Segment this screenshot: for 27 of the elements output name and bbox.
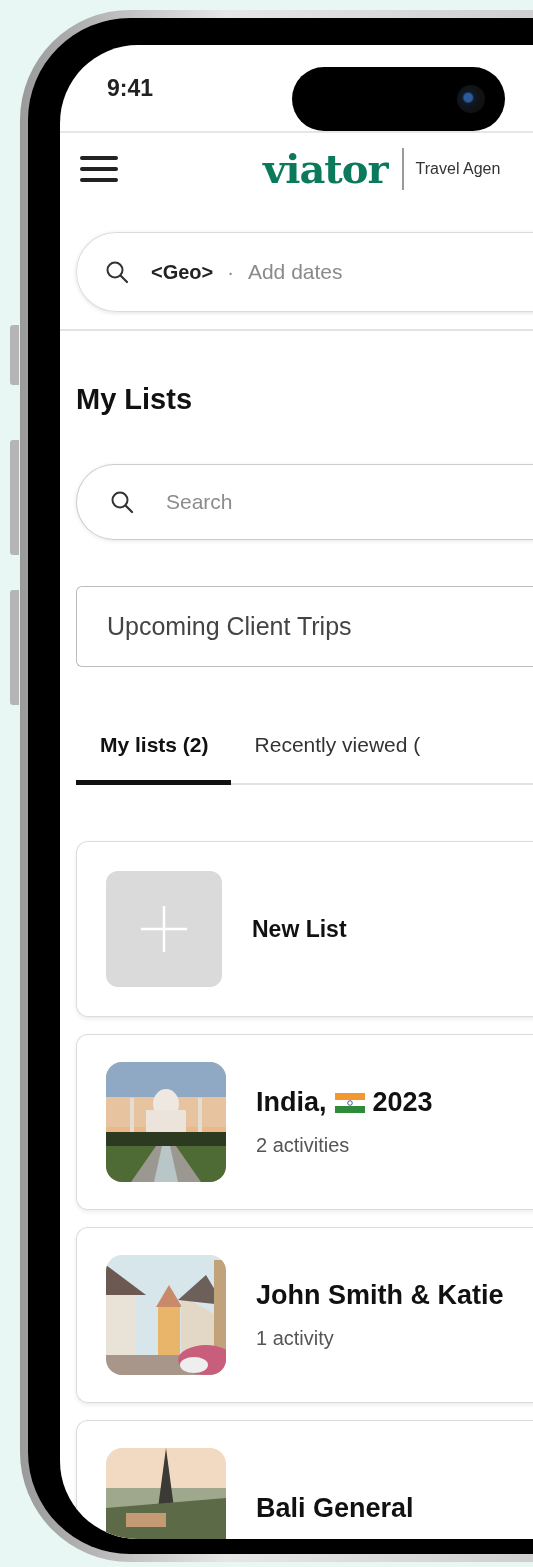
menu-icon[interactable] [80,155,118,183]
page-title: My Lists [76,382,194,417]
list-card[interactable]: India, 2023 2 activities [76,1034,533,1210]
list-title: 2023 [372,1087,433,1118]
new-list-card[interactable]: New List [76,841,533,1017]
list-title: India, [256,1087,327,1118]
location-text: <Geo> [151,260,214,284]
list-card[interactable]: Bali General [76,1420,533,1539]
list-card[interactable]: John Smith & Katie 1 activity [76,1227,533,1403]
search-icon [110,490,134,514]
activity-count: 1 activity [256,1327,335,1350]
tab[interactable]: My lists (2) [76,709,231,785]
tab[interactable]: Recently viewed ( [230,709,443,785]
logo-tagline: Travel Agen [415,160,501,178]
list-title: New List [252,915,347,943]
separator-dot: · [227,260,234,284]
plus-icon [141,906,187,952]
logo[interactable]: viator [263,149,388,189]
search-icon [105,260,129,284]
list-filter-dropdown[interactable]: Upcoming Client Trips [76,586,533,667]
list-title: John Smith & Katie [256,1280,504,1311]
search-field[interactable]: Search [76,464,533,540]
status-time: 9:41 [107,74,154,102]
dates-placeholder: Add dates [247,260,343,284]
activity-count: 2 activities [256,1134,351,1157]
list-title: Bali General [256,1492,414,1524]
camera-icon [457,85,485,113]
